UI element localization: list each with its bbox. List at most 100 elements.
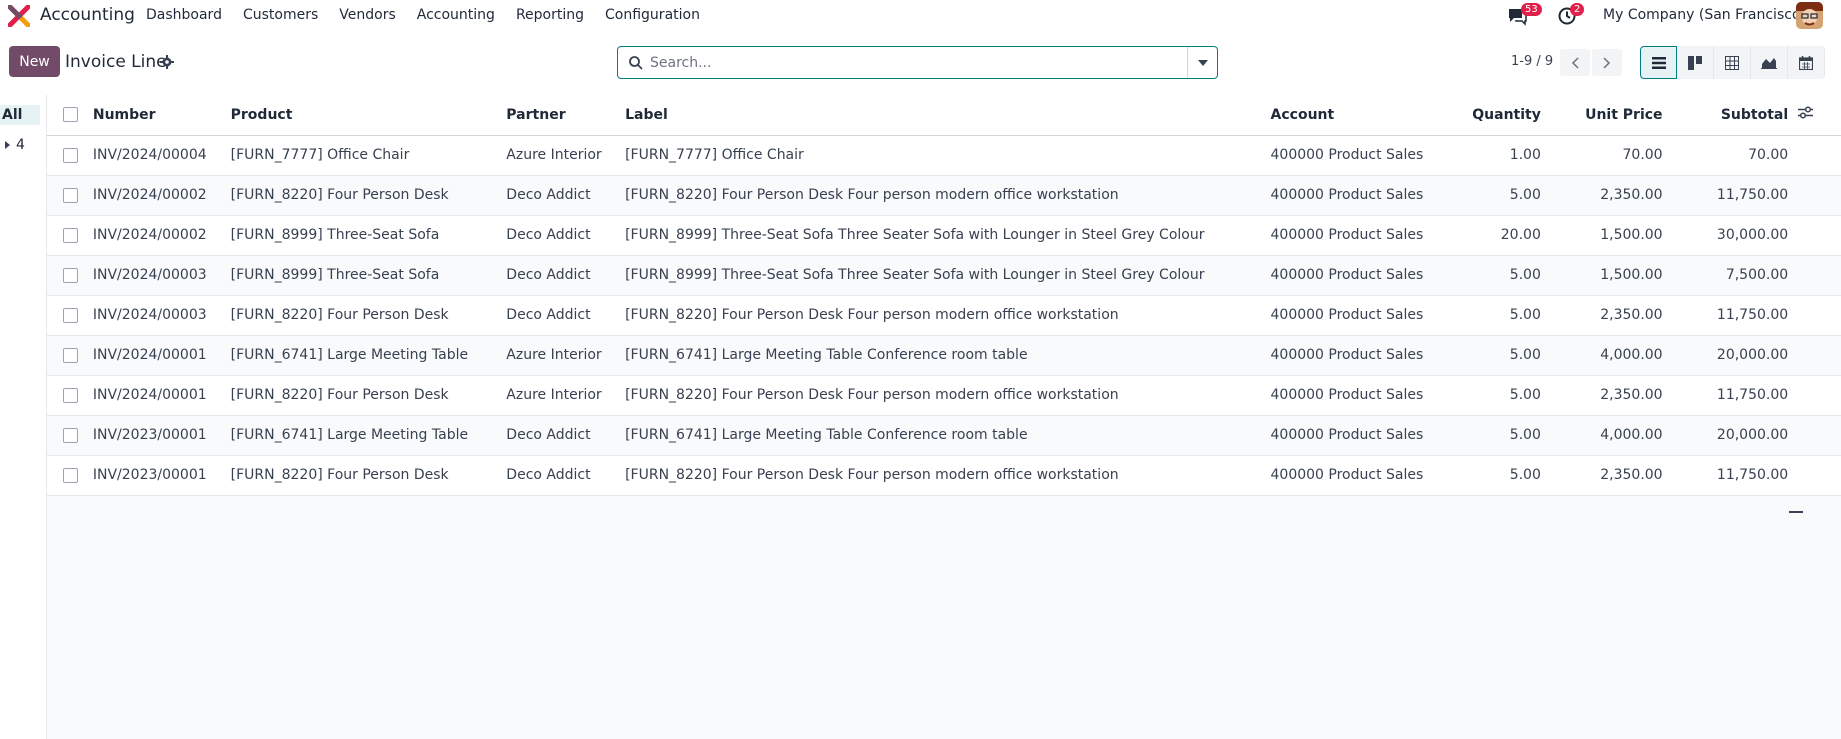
cell-unit-price[interactable]: 2,350.00	[1550, 375, 1673, 416]
cell-quantity[interactable]: 5.00	[1423, 375, 1551, 416]
cell-account[interactable]: 400000 Product Sales	[1270, 335, 1424, 376]
list-view-button[interactable]	[1640, 46, 1677, 79]
cell-partner[interactable]: Deco Addict	[506, 455, 626, 496]
row-checkbox[interactable]	[63, 267, 78, 283]
table-row[interactable]: INV/2024/00003 [FURN_8220] Four Person De…	[47, 295, 1841, 336]
cell-number[interactable]: INV/2024/00001	[92, 335, 231, 376]
header-account[interactable]: Account	[1270, 95, 1424, 136]
menu-vendors[interactable]: Vendors	[339, 7, 395, 23]
select-all-checkbox[interactable]	[63, 107, 78, 123]
side-panel-group[interactable]: 4	[5, 137, 25, 153]
cell-product[interactable]: [FURN_6741] Large Meeting Table	[230, 415, 507, 456]
cell-quantity[interactable]: 20.00	[1423, 215, 1551, 256]
cell-product[interactable]: [FURN_8999] Three-Seat Sofa	[230, 215, 507, 256]
cell-unit-price[interactable]: 4,000.00	[1550, 335, 1673, 376]
row-checkbox[interactable]	[63, 227, 78, 243]
header-number[interactable]: Number	[92, 95, 231, 136]
cell-account[interactable]: 400000 Product Sales	[1270, 455, 1424, 496]
table-row[interactable]: INV/2024/00001 [FURN_6741] Large Meeting …	[47, 335, 1841, 376]
cell-account[interactable]: 400000 Product Sales	[1270, 255, 1424, 296]
pivot-view-button[interactable]	[1714, 46, 1751, 79]
cell-unit-price[interactable]: 1,500.00	[1550, 215, 1673, 256]
cell-account[interactable]: 400000 Product Sales	[1270, 215, 1424, 256]
cell-product[interactable]: [FURN_8220] Four Person Desk	[230, 295, 507, 336]
cell-label[interactable]: [FURN_8220] Four Person Desk Four person…	[625, 295, 1271, 336]
header-partner[interactable]: Partner	[506, 95, 626, 136]
cell-label[interactable]: [FURN_8999] Three-Seat Sofa Three Seater…	[625, 215, 1271, 256]
cell-account[interactable]: 400000 Product Sales	[1270, 375, 1424, 416]
company-switcher[interactable]: My Company (San Francisco)	[1603, 7, 1806, 23]
row-checkbox[interactable]	[63, 387, 78, 403]
cell-number[interactable]: INV/2024/00002	[92, 175, 231, 216]
cell-subtotal[interactable]: 11,750.00	[1672, 375, 1799, 416]
table-row[interactable]: INV/2024/00001 [FURN_8220] Four Person De…	[47, 375, 1841, 416]
table-row[interactable]: INV/2023/00001 [FURN_6741] Large Meeting …	[47, 415, 1841, 456]
table-row[interactable]: INV/2023/00001 [FURN_8220] Four Person De…	[47, 455, 1841, 496]
cell-subtotal[interactable]: 11,750.00	[1672, 175, 1799, 216]
cell-product[interactable]: [FURN_7777] Office Chair	[230, 135, 507, 176]
cell-account[interactable]: 400000 Product Sales	[1270, 295, 1424, 336]
menu-configuration[interactable]: Configuration	[605, 7, 700, 23]
row-checkbox[interactable]	[63, 147, 78, 163]
cell-product[interactable]: [FURN_8999] Three-Seat Sofa	[230, 255, 507, 296]
column-settings-icon[interactable]	[1798, 106, 1814, 119]
cell-number[interactable]: INV/2024/00004	[92, 135, 231, 176]
cell-unit-price[interactable]: 1,500.00	[1550, 255, 1673, 296]
cell-subtotal[interactable]: 20,000.00	[1672, 415, 1799, 456]
cell-unit-price[interactable]: 70.00	[1550, 135, 1673, 176]
table-row[interactable]: INV/2024/00003 [FURN_8999] Three-Seat Sof…	[47, 255, 1841, 296]
cell-unit-price[interactable]: 2,350.00	[1550, 295, 1673, 336]
table-row[interactable]: INV/2024/00004 [FURN_7777] Office Chair Az…	[47, 135, 1841, 176]
pager-next-button[interactable]	[1592, 49, 1622, 76]
cell-quantity[interactable]: 5.00	[1423, 175, 1551, 216]
header-product[interactable]: Product	[230, 95, 507, 136]
cell-label[interactable]: [FURN_8220] Four Person Desk Four person…	[625, 175, 1271, 216]
cell-label[interactable]: [FURN_6741] Large Meeting Table Conferen…	[625, 415, 1271, 456]
cell-number[interactable]: INV/2024/00002	[92, 215, 231, 256]
row-checkbox[interactable]	[63, 467, 78, 483]
cell-partner[interactable]: Azure Interior	[506, 335, 626, 376]
header-label[interactable]: Label	[625, 95, 1271, 136]
header-subtotal[interactable]: Subtotal	[1672, 95, 1799, 136]
search-options-toggle[interactable]	[1187, 47, 1217, 78]
cell-product[interactable]: [FURN_8220] Four Person Desk	[230, 455, 507, 496]
pager-value[interactable]: 1-9 / 9	[1511, 54, 1553, 69]
pager-previous-button[interactable]	[1560, 49, 1590, 76]
header-unit-price[interactable]: Unit Price	[1550, 95, 1673, 136]
cell-label[interactable]: [FURN_8220] Four Person Desk Four person…	[625, 455, 1271, 496]
cell-partner[interactable]: Deco Addict	[506, 175, 626, 216]
cell-subtotal[interactable]: 7,500.00	[1672, 255, 1799, 296]
cell-quantity[interactable]: 5.00	[1423, 335, 1551, 376]
cell-unit-price[interactable]: 4,000.00	[1550, 415, 1673, 456]
cell-label[interactable]: [FURN_7777] Office Chair	[625, 135, 1271, 176]
menu-accounting[interactable]: Accounting	[417, 7, 495, 23]
cell-product[interactable]: [FURN_8220] Four Person Desk	[230, 375, 507, 416]
cell-quantity[interactable]: 1.00	[1423, 135, 1551, 176]
cell-quantity[interactable]: 5.00	[1423, 415, 1551, 456]
cell-partner[interactable]: Deco Addict	[506, 415, 626, 456]
graph-view-button[interactable]	[1751, 46, 1788, 79]
cell-subtotal[interactable]: 70.00	[1672, 135, 1799, 176]
cell-account[interactable]: 400000 Product Sales	[1270, 135, 1424, 176]
cell-label[interactable]: [FURN_8999] Three-Seat Sofa Three Seater…	[625, 255, 1271, 296]
side-panel-all[interactable]: All	[0, 105, 40, 125]
cell-subtotal[interactable]: 11,750.00	[1672, 455, 1799, 496]
cell-subtotal[interactable]: 30,000.00	[1672, 215, 1799, 256]
row-checkbox[interactable]	[63, 307, 78, 323]
table-row[interactable]: INV/2024/00002 [FURN_8999] Three-Seat Sof…	[47, 215, 1841, 256]
cell-product[interactable]: [FURN_6741] Large Meeting Table	[230, 335, 507, 376]
table-row[interactable]: INV/2024/00002 [FURN_8220] Four Person De…	[47, 175, 1841, 216]
row-checkbox[interactable]	[63, 347, 78, 363]
cell-quantity[interactable]: 5.00	[1423, 295, 1551, 336]
cell-product[interactable]: [FURN_8220] Four Person Desk	[230, 175, 507, 216]
app-name[interactable]: Accounting	[40, 5, 135, 25]
cell-partner[interactable]: Deco Addict	[506, 295, 626, 336]
user-avatar[interactable]	[1796, 2, 1823, 29]
cell-number[interactable]: INV/2023/00001	[92, 415, 231, 456]
gear-icon[interactable]	[160, 55, 174, 69]
cell-unit-price[interactable]: 2,350.00	[1550, 455, 1673, 496]
cell-account[interactable]: 400000 Product Sales	[1270, 175, 1424, 216]
cell-account[interactable]: 400000 Product Sales	[1270, 415, 1424, 456]
search-input[interactable]	[650, 51, 1180, 74]
cell-quantity[interactable]: 5.00	[1423, 255, 1551, 296]
